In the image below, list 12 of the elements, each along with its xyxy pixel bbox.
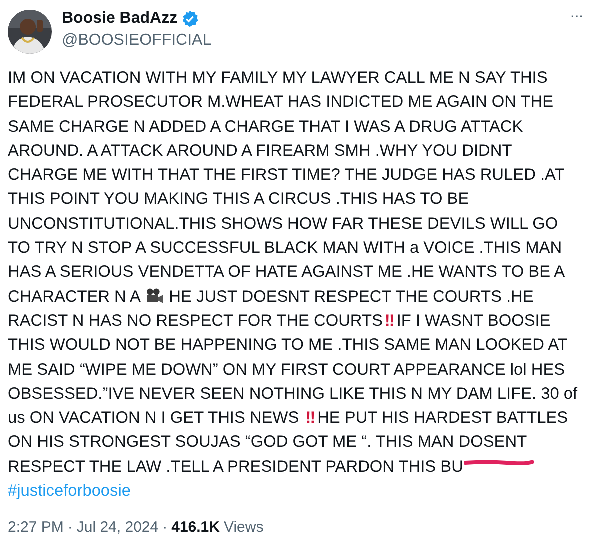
tweet-text: IM ON VACATION WITH MY FAMILY MY LAWYER CALL ME N SAY THIS FEDERAL PROSECUTOR M.WHEAT HAS INDICTED ME AGAIN ON THE SAME CHARGE N ADDED A CHARGE THAT I WAS A DRUG ATTACK AROUND. A ATTACK AROUND A FIREARM SMH .WHY YOU DIDNT CHARGE ME WITH THAT THE FIRST TIME? THE JUDGE HAS RULED .AT THIS POINT YOU MAKING THIS A CIRCUS .THIS HAS TO BE UNCONSTITUTIONAL.THIS SHOWS HOW FAR THESE DEVILS WILL GO TO TRY N STOP A SUCCESSFUL BLACK MAN WITH a VOICE .THIS MAN HAS A SERIOUS VENDETTA OF HATE AGAINST ME .HE WANTS TO BE A CHARACTER N A HE JUST DOESNT RESPECT THE COURTS .HE RACIST N HAS NO RESPECT FOR THE COURTS‼ IF I WASNT BOOSIE THIS WOULD NOT BE HAPPENING TO ME .THIS SAME MAN LOOKED AT ME SAID “WIPE ME DOWN” ON MY FIRST COURT APPEARANCE lol HES OBSESSED.”IVE NEVER SEEN NOTHING LIKE THIS N MY DAM LIFE. 30 of us ON VACATION N I GET THIS NEWS ‼ HE PUT HIS HARDEST BATTLES ON HIS STRONGEST SOUJAS “GOD GOT ME “. THIS MAN DOSENT RESPECT THE LAW .TELL A PRESIDENT PARDON THIS BU: [8, 68, 579, 478]
views-label: Views: [224, 519, 264, 536]
more-button[interactable]: ···: [566, 8, 587, 26]
author-handle[interactable]: @BOOSIEOFFICIAL: [62, 32, 556, 50]
separator-dot: ·: [68, 519, 73, 536]
author-name[interactable]: Boosie BadAzz: [62, 10, 178, 28]
separator-dot: ·: [162, 519, 168, 536]
post-time[interactable]: 2:27 PM: [8, 519, 64, 536]
views-count: 416.1K: [172, 519, 220, 536]
movie-camera-icon: [144, 288, 165, 304]
scribble-mark: [464, 458, 534, 468]
post-date[interactable]: Jul 24, 2024: [76, 519, 159, 536]
